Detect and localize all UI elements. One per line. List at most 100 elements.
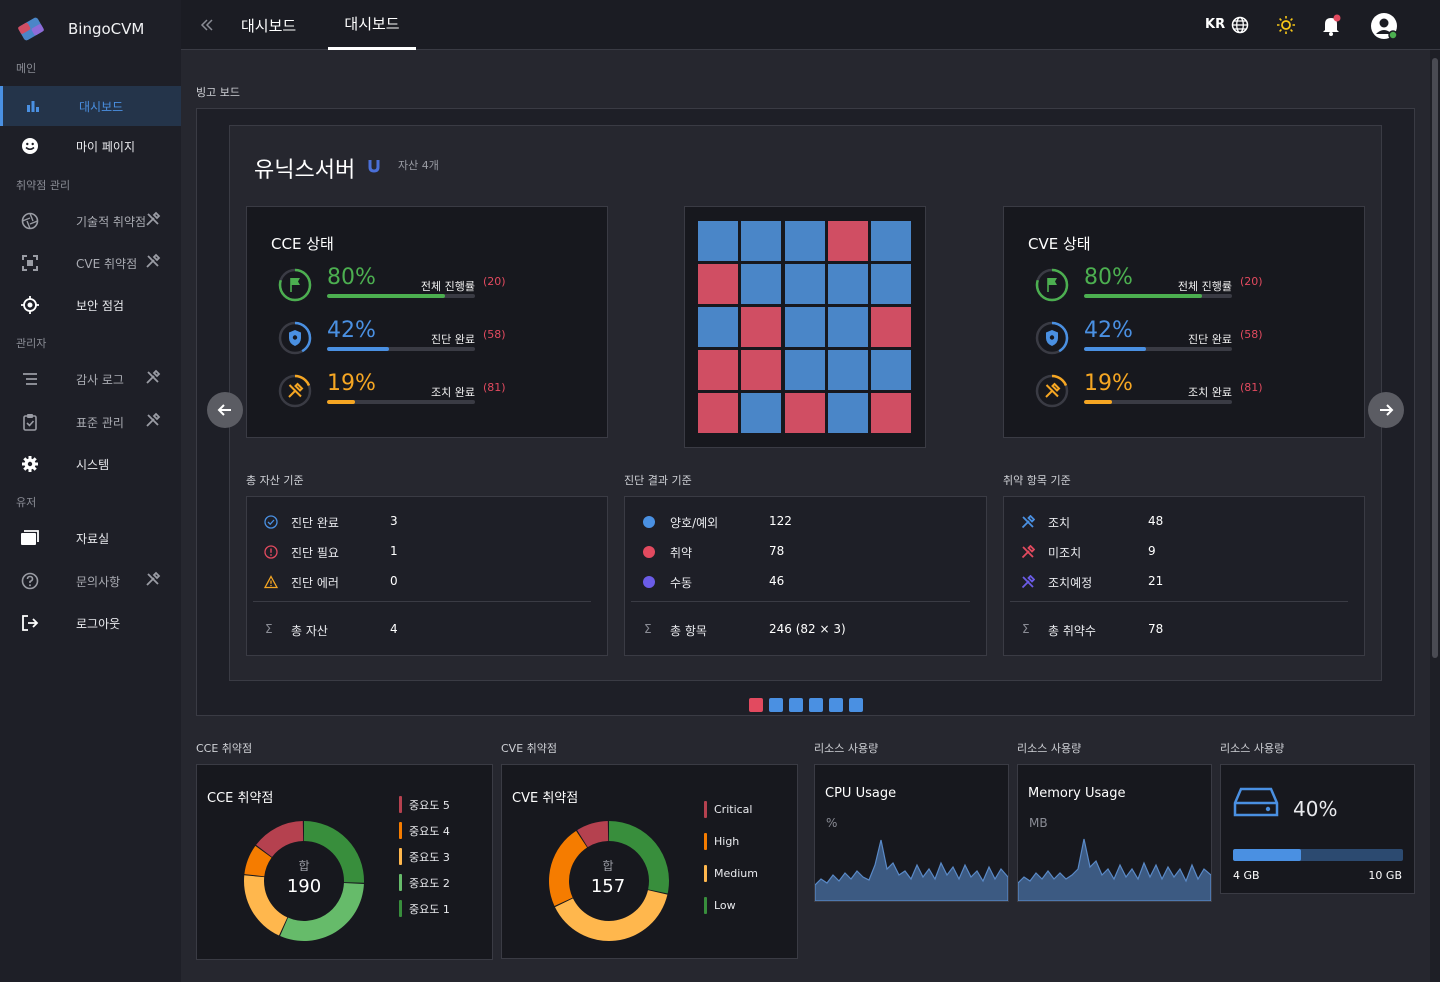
bingo-cell[interactable] <box>827 264 868 304</box>
section-label-user: 유저 <box>16 496 37 509</box>
logo-icon <box>18 17 44 41</box>
bingo-cell[interactable] <box>741 264 782 304</box>
sidebar-item-system[interactable]: 시스템 <box>0 446 181 482</box>
bingo-cell[interactable] <box>741 221 782 261</box>
memory-title: Memory Usage <box>1028 786 1126 801</box>
avatar[interactable] <box>1369 11 1399 45</box>
carousel-dot-5[interactable] <box>829 698 843 712</box>
sidebar-item-inquiry[interactable]: 문의사항 <box>0 563 181 599</box>
cce-section-title: CCE 취약점 <box>196 742 253 755</box>
cce-chart-title: CCE 취약점 <box>207 791 274 806</box>
alert-circle-icon <box>264 545 278 559</box>
bingo-cell[interactable] <box>698 350 738 390</box>
bell-icon[interactable] <box>1321 14 1341 40</box>
check-circle-icon <box>264 515 278 529</box>
status-count: (81) <box>1240 381 1263 394</box>
sidebar: BingoCVM 메인 취약점 관리 관리자 유저 대시보드 마이 페이지 기술… <box>0 0 181 982</box>
bingo-cell[interactable] <box>784 221 825 261</box>
summary-total-label: 총 자산 <box>291 624 328 638</box>
legend-item[interactable]: 중요도 3 <box>399 848 450 865</box>
sidebar-item-label: 대시보드 <box>79 99 124 114</box>
sidebar-item-label: 시스템 <box>76 457 110 472</box>
bingo-cell[interactable] <box>784 350 825 390</box>
bingo-cell[interactable] <box>871 350 912 390</box>
prev-button[interactable] <box>207 392 243 428</box>
next-button[interactable] <box>1368 392 1404 428</box>
scrollbar-thumb[interactable] <box>1432 58 1438 658</box>
bingo-cell[interactable] <box>698 264 738 304</box>
legend-swatch <box>399 874 402 891</box>
cce-status-row: 19% 조치 완료 (81) <box>247 371 607 415</box>
summary-label: 취약 <box>670 546 693 560</box>
legend-label: 중요도 3 <box>409 850 450 864</box>
bingo-cell[interactable] <box>741 350 782 390</box>
legend-item[interactable]: Low <box>704 897 736 914</box>
sidebar-item-label: 감사 로그 <box>76 372 124 387</box>
bingo-cell[interactable] <box>827 393 868 433</box>
shield-icon <box>278 321 312 355</box>
sidebar-item-tech-vuln[interactable]: 기술적 취약점 <box>0 203 181 239</box>
bingo-cell[interactable] <box>827 221 868 261</box>
divider <box>1010 601 1348 602</box>
bingo-cell[interactable] <box>827 307 868 347</box>
globe-icon[interactable] <box>1231 16 1249 38</box>
status-percent: 19% <box>327 371 376 396</box>
bingo-cell[interactable] <box>741 307 782 347</box>
carousel-dot-1[interactable] <box>749 698 763 712</box>
bingo-cell[interactable] <box>698 393 738 433</box>
brand[interactable]: BingoCVM <box>16 14 144 44</box>
cce-total-value: 190 <box>286 876 322 897</box>
bingo-cell[interactable] <box>871 221 912 261</box>
tab-dashboard-2[interactable]: 대시보드 <box>328 0 416 50</box>
legend-label: 중요도 5 <box>409 798 450 812</box>
sidebar-item-dashboard[interactable]: 대시보드 <box>0 86 181 126</box>
legend-item[interactable]: 중요도 4 <box>399 822 450 839</box>
sidebar-item-logout[interactable]: 로그아웃 <box>0 605 181 641</box>
cve-chart-card: CVE 취약점 합 157 Critical High Medium Low <box>501 764 798 959</box>
legend-label: Medium <box>714 867 758 880</box>
bingo-cell[interactable] <box>871 393 912 433</box>
legend-item[interactable]: 중요도 2 <box>399 874 450 891</box>
carousel-dot-2[interactable] <box>769 698 783 712</box>
language-label[interactable]: KR <box>1205 17 1225 32</box>
bingo-cell[interactable] <box>784 264 825 304</box>
sidebar-item-audit-log[interactable]: 감사 로그 <box>0 361 181 397</box>
legend-item[interactable]: High <box>704 833 739 850</box>
carousel-dot-3[interactable] <box>789 698 803 712</box>
collapse-chevrons-icon[interactable] <box>199 17 215 37</box>
status-count: (20) <box>1240 275 1263 288</box>
tools-icon <box>145 253 161 273</box>
section-label-vuln: 취약점 관리 <box>16 179 71 192</box>
summary-value: 46 <box>769 574 785 588</box>
bingo-cell[interactable] <box>827 350 868 390</box>
bingo-cell[interactable] <box>871 264 912 304</box>
cce-total-label: 합 <box>298 859 310 873</box>
bingo-cell[interactable] <box>698 221 738 261</box>
sidebar-item-security-check[interactable]: 보안 점검 <box>0 287 181 323</box>
legend-item[interactable]: Medium <box>704 865 758 882</box>
status-count: (58) <box>483 328 506 341</box>
legend-item[interactable]: 중요도 1 <box>399 900 450 917</box>
legend-item[interactable]: Critical <box>704 801 752 818</box>
bingo-cell[interactable] <box>784 393 825 433</box>
legend-item[interactable]: 중요도 5 <box>399 796 450 813</box>
sidebar-item-library[interactable]: 자료실 <box>0 520 181 556</box>
sun-icon[interactable] <box>1276 15 1296 39</box>
carousel-dot-4[interactable] <box>809 698 823 712</box>
status-progress-fill <box>1084 347 1147 351</box>
sidebar-item-mypage[interactable]: 마이 페이지 <box>0 128 181 164</box>
sidebar-item-standards[interactable]: 표준 관리 <box>0 404 181 440</box>
bingo-cell[interactable] <box>784 307 825 347</box>
carousel-dot-6[interactable] <box>849 698 863 712</box>
tab-dashboard-1[interactable]: 대시보드 <box>241 0 296 50</box>
bingo-cell[interactable] <box>698 307 738 347</box>
tools-purple-icon <box>1021 575 1035 589</box>
scrollbar[interactable] <box>1430 50 1440 982</box>
bingo-cell[interactable] <box>871 307 912 347</box>
legend-label: 중요도 1 <box>409 902 450 916</box>
bingo-cell[interactable] <box>741 393 782 433</box>
aperture-icon <box>21 212 39 230</box>
status-progress-fill <box>1084 294 1203 298</box>
sidebar-item-cve-vuln[interactable]: CVE 취약점 <box>0 245 181 281</box>
summary-value: 122 <box>769 514 792 528</box>
